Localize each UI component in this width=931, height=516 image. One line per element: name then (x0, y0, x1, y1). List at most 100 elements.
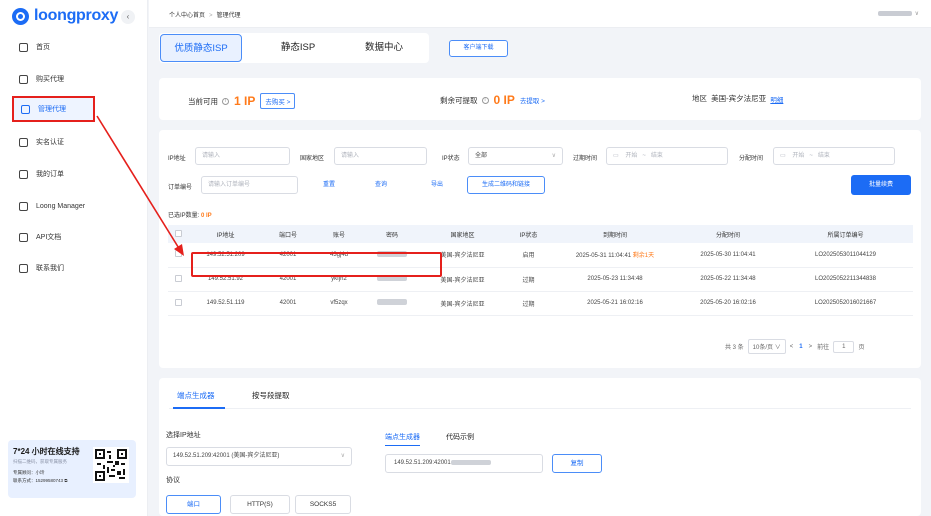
table-row[interactable]: 149.52.51.92 42001 ykfjh2 美国-宾夕法尼亚 过期 20… (168, 267, 913, 292)
cell-port: 42001 (262, 267, 314, 292)
breadcrumb-home[interactable]: 个人中心首页 (169, 13, 205, 19)
support-card: 7*24 小时在线支持 扫描二维码，获取专属服务 专属顾问：小玲 联系方式：15… (8, 440, 136, 498)
extract-link[interactable]: 去提取 > (520, 95, 545, 105)
sidebar-item-verification[interactable]: 实名认证 (12, 129, 95, 155)
copy-button[interactable]: 复制 (552, 454, 602, 473)
select-all-cell (168, 225, 189, 243)
tab-premium-static-isp[interactable]: 优质静态ISP (160, 34, 242, 62)
username-masked (877, 11, 912, 16)
tab-datacenter[interactable]: 数据中心 (343, 34, 425, 62)
detail-link[interactable]: 明细 (770, 94, 783, 104)
protocol-socks5-button[interactable]: SOCKS5 (295, 495, 351, 514)
password-masked (377, 250, 407, 257)
export-button[interactable]: 导出 (420, 176, 454, 194)
cell-port: 42001 (262, 243, 314, 268)
expire-date-range[interactable]: ▭ 开始 ~ 结束 (606, 147, 728, 165)
batch-renew-button[interactable]: 批量续费 (851, 175, 911, 195)
column-header: 国家地区 (420, 225, 505, 243)
cell-ip: 149.52.51.209 (189, 243, 262, 268)
reset-button[interactable]: 重置 (312, 176, 346, 194)
sidebar-item-contact[interactable]: 联系我们 (12, 255, 95, 281)
order-filter-input[interactable]: 请输入订单编号 (201, 176, 298, 194)
next-page-button[interactable]: > (809, 344, 813, 350)
cell-order: LO2025052016021667 (778, 291, 913, 316)
prev-page-button[interactable]: < (790, 344, 794, 350)
calendar-icon: ▭ (780, 153, 786, 159)
collapse-sidebar-button[interactable]: ‹ (121, 10, 135, 24)
current-page[interactable]: 1 (799, 344, 802, 350)
sidebar-item-home[interactable]: 首页 (12, 34, 95, 60)
cell-assigned: 2025-05-22 11:34:48 (678, 267, 778, 292)
info-icon[interactable]: i (222, 97, 229, 105)
status-filter-label: IP状态 (442, 156, 460, 162)
sidebar-item-manage-proxy[interactable]: 管理代理 (12, 96, 95, 122)
sidebar-item-loong-manager[interactable]: Loong Manager (12, 193, 95, 219)
select-ip-label: 选择IP地址 (166, 432, 201, 439)
sidebar-item-buy-proxy[interactable]: 购买代理 (12, 66, 95, 92)
subtab-endpoint-generator[interactable]: 端点生成器 (385, 432, 420, 446)
row-checkbox[interactable] (175, 250, 182, 258)
row-checkbox[interactable] (175, 298, 182, 306)
table-row[interactable]: 149.52.51.209 42001 43gj4d 美国-宾夕法尼亚 启用 2… (168, 243, 913, 268)
sidebar-item-label: 实名认证 (36, 139, 64, 146)
status-filter-select[interactable]: 全部 ∨ (468, 147, 563, 165)
protocol-port-button[interactable]: 端口 (166, 495, 221, 514)
pagination: 共 3 条 10条/页 ∨ < 1 > 前往 1 页 (725, 339, 864, 354)
cell-region: 美国-宾夕法尼亚 (420, 267, 505, 292)
buy-button[interactable]: 去购买 > (260, 93, 296, 109)
chevron-down-icon: ∨ (340, 453, 345, 459)
available-stat: 当前可用 i 1 IP 去购买 > (188, 93, 296, 109)
protocol-https-button[interactable]: HTTP(S) (230, 495, 290, 514)
ip-filter-input[interactable]: 请输入 (195, 147, 290, 165)
select-all-checkbox[interactable] (175, 229, 182, 237)
subtab-code-example[interactable]: 代码示例 (446, 432, 474, 442)
tab-endpoint-generator[interactable]: 端点生成器 (177, 390, 215, 401)
folder-icon (21, 104, 30, 114)
cell-region: 美国-宾夕法尼亚 (420, 243, 505, 268)
query-button[interactable]: 查询 (364, 176, 398, 194)
chevron-down-icon: ∨ (551, 153, 556, 159)
sidebar-item-label: 管理代理 (38, 106, 66, 113)
cell-ip: 149.52.51.119 (189, 291, 262, 316)
app-root: loongproxy ‹ 首页 购买代理 管理代理 实名认证 我的订单 Loon… (0, 0, 931, 516)
row-checkbox[interactable] (175, 274, 182, 282)
cell-expire: 2025-05-31 11:04:41 剩余1天 (552, 243, 678, 268)
column-header: 账号 (314, 225, 364, 243)
column-header: 密码 (364, 225, 420, 243)
copy-icon[interactable]: ⧉ (64, 478, 67, 483)
info-icon[interactable]: i (481, 96, 489, 104)
goto-page-input[interactable]: 1 (833, 340, 855, 353)
tab-static-isp[interactable]: 静态ISP (257, 34, 339, 62)
logo[interactable]: loongproxy (12, 6, 118, 26)
sidebar-item-orders[interactable]: 我的订单 (12, 161, 95, 187)
column-header: IP地址 (189, 225, 262, 243)
order-filter-label: 订单编号 (168, 185, 193, 191)
available-value: 1 IP (234, 94, 256, 108)
cell-port: 42001 (262, 291, 314, 316)
proxy-list-card: IP地址 请输入 国家地区 请输入 IP状态 全部 ∨ 过期时间 ▭ 开始 ~ 结… (159, 130, 921, 368)
remaining-days-badge: 剩余1天 (632, 253, 655, 260)
chevron-down-icon: ∨ (914, 11, 919, 17)
grid-icon (19, 42, 28, 52)
sidebar: loongproxy ‹ 首页 购买代理 管理代理 实名认证 我的订单 Loon… (0, 0, 148, 516)
page-size-select[interactable]: 10条/页 ∨ (747, 339, 786, 354)
table-row[interactable]: 149.52.51.119 42001 vf5zqx 美国-宾夕法尼亚 过期 2… (168, 291, 913, 316)
generate-qrcode-button[interactable]: 生成二维码和链接 (467, 176, 545, 194)
country-filter-input[interactable]: 请输入 (334, 147, 427, 165)
stats-card: 当前可用 i 1 IP 去购买 > 剩余可提取 i 0 IP 去提取 > 地区 美国… (159, 78, 921, 120)
sidebar-item-api-docs[interactable]: API文档 (12, 224, 95, 250)
window-icon (19, 201, 28, 211)
sidebar-item-label: Loong Manager (36, 202, 86, 210)
cell-region: 美国-宾夕法尼亚 (420, 291, 505, 316)
select-ip-dropdown[interactable]: 149.52.51.209:42001 (美国-宾夕法尼亚) ∨ (166, 447, 352, 466)
breadcrumb: 个人中心首页 > 管理代理 (169, 13, 241, 19)
ip-filter-label: IP地址 (168, 156, 186, 162)
cell-status: 启用 (505, 243, 552, 268)
client-download-button[interactable]: 客户端下载 (449, 40, 508, 57)
tab-segment-extract[interactable]: 按号段提取 (252, 390, 290, 401)
proxy-table: IP地址 端口号 账号 密码 国家地区 IP状态 到期时间 分配时间 所属订单编… (168, 225, 913, 316)
cell-status: 过期 (505, 291, 552, 316)
breadcrumb-current: 管理代理 (216, 13, 241, 19)
user-menu[interactable]: ∨ (877, 10, 919, 17)
assign-date-range[interactable]: ▭ 开始 ~ 结束 (773, 147, 895, 165)
